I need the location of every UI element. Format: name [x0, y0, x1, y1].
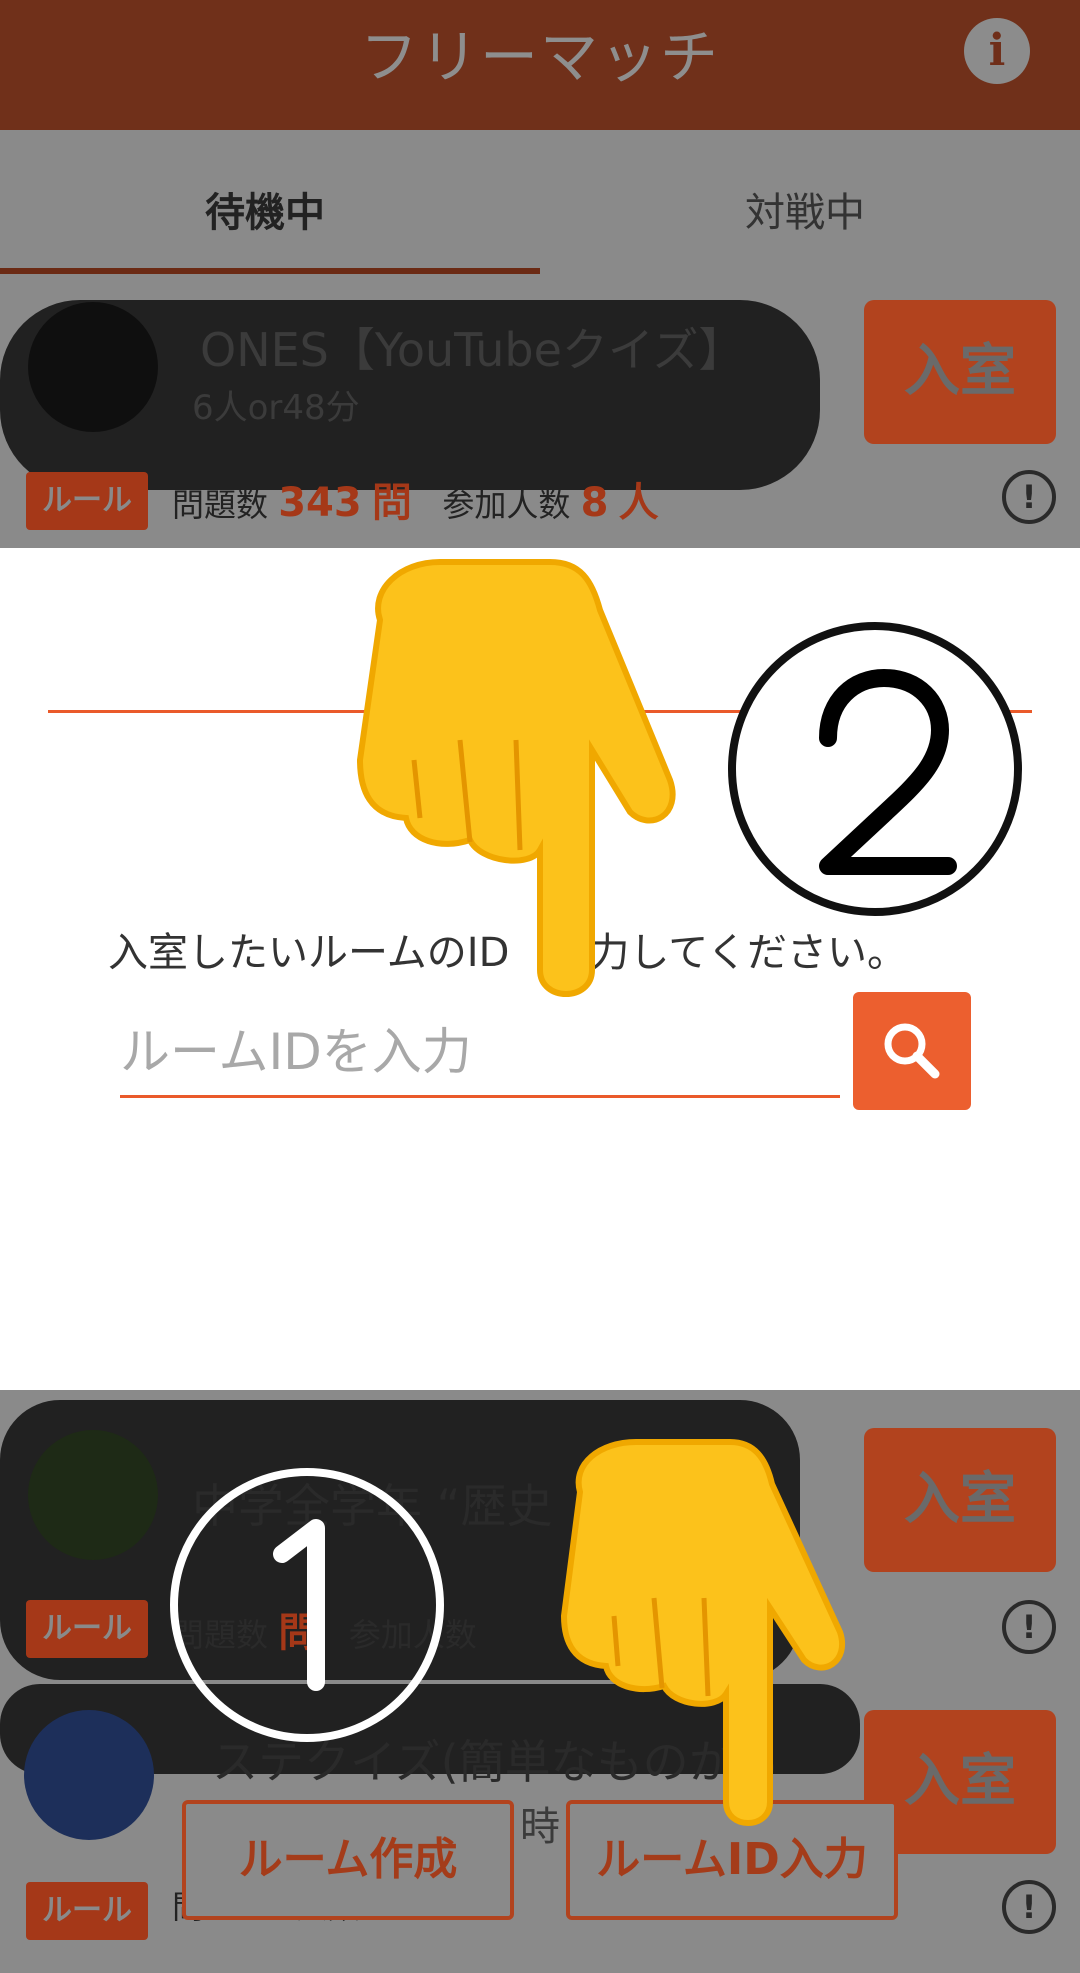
search-button[interactable] [853, 992, 971, 1110]
step-2-marker: ② [728, 622, 1022, 916]
tab-indicator [0, 268, 540, 274]
room-id-input[interactable] [120, 1008, 840, 1098]
tab-waiting[interactable]: 待機中 [205, 180, 325, 238]
pointing-hand-icon [560, 1439, 845, 1826]
enter-room-button[interactable]: 入室 [864, 1428, 1056, 1572]
rule-badge[interactable]: ルール [26, 472, 148, 530]
tab-bar: 待機中 対戦中 [0, 130, 1080, 270]
exclamation-circle-icon[interactable]: ! [1002, 1600, 1056, 1654]
page-title: フリーマッチ [359, 23, 720, 91]
players-count: 8 [580, 480, 609, 526]
rule-badge[interactable]: ルール [26, 1882, 148, 1940]
app-header: フリーマッチ i [0, 0, 1080, 130]
search-icon [884, 1023, 940, 1079]
avatar [28, 1430, 158, 1560]
digit-1-graphic [273, 1519, 325, 1691]
exclamation-circle-icon[interactable]: ! [1002, 1880, 1056, 1934]
create-room-button[interactable]: ルーム作成 [182, 1800, 514, 1920]
enter-room-button[interactable]: 入室 [864, 300, 1056, 444]
info-icon[interactable]: i [964, 18, 1030, 84]
avatar [24, 1710, 154, 1840]
step-1-marker: ① [170, 1468, 444, 1742]
room-subtitle: 6人or48分 [192, 388, 360, 428]
players-label: 参加人数 [442, 486, 571, 524]
list-item: ONES【YouTubeクイズ】 6人or48分 入室 ルール 問題数 343 … [0, 280, 1080, 548]
exclamation-circle-icon[interactable]: ! [1002, 470, 1056, 524]
questions-unit: 問 [371, 480, 412, 526]
room-name: ONES【YouTubeクイズ】 [200, 323, 745, 377]
pointing-hand-icon [356, 559, 676, 997]
rule-badge[interactable]: ルール [26, 1600, 148, 1658]
players-unit: 人 [618, 480, 659, 526]
digit-2-graphic [819, 669, 957, 875]
room-meta: 問題数 343 問 参加人数 8 人 [172, 470, 659, 528]
questions-count: 343 [278, 480, 362, 526]
questions-label: 問題数 [172, 486, 269, 524]
tab-in-battle[interactable]: 対戦中 [745, 180, 865, 238]
